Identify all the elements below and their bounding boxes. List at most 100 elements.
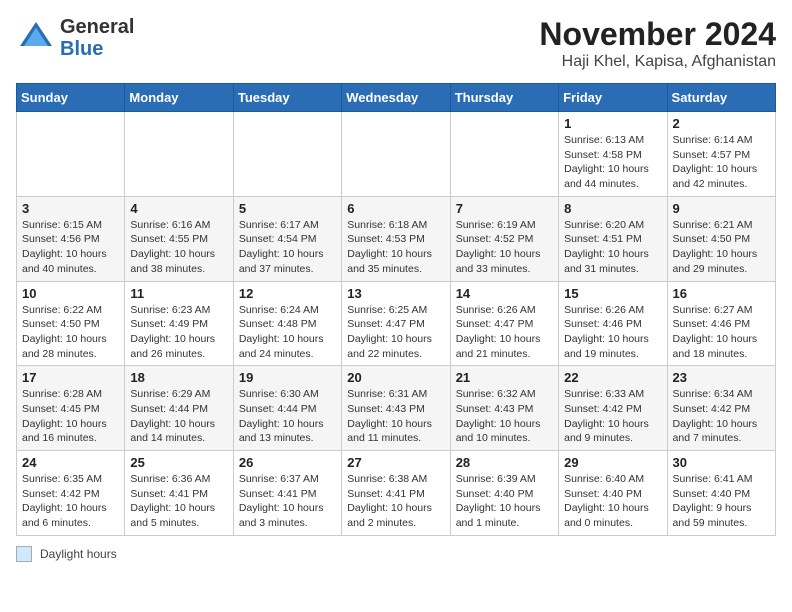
day-info: Sunrise: 6:27 AM Sunset: 4:46 PM Dayligh…: [673, 303, 770, 362]
day-number: 12: [239, 286, 336, 301]
day-number: 28: [456, 455, 553, 470]
day-number: 26: [239, 455, 336, 470]
calendar-cell: [125, 112, 233, 197]
calendar-cell: 27 Sunrise: 6:38 AM Sunset: 4:41 PM Dayli…: [342, 451, 450, 536]
day-info: Sunrise: 6:15 AM Sunset: 4:56 PM Dayligh…: [22, 218, 119, 277]
calendar-cell: 2Sunrise: 6:14 AM Sunset: 4:57 PM Daylig…: [667, 112, 775, 197]
day-info: Sunrise: 6:14 AM Sunset: 4:57 PM Dayligh…: [673, 133, 770, 192]
calendar-cell: 25 Sunrise: 6:36 AM Sunset: 4:41 PM Dayli…: [125, 451, 233, 536]
calendar-cell: 1 Sunrise: 6:13 AM Sunset: 4:58 PM Daylig…: [559, 112, 667, 197]
footer: Daylight hours: [16, 546, 776, 562]
day-info: Sunrise: 6:30 AM Sunset: 4:44 PM Dayligh…: [239, 387, 336, 446]
day-info: Sunrise: 6:16 AM Sunset: 4:55 PM Dayligh…: [130, 218, 227, 277]
calendar-cell: 17 Sunrise: 6:28 AM Sunset: 4:45 PM Dayli…: [17, 366, 125, 451]
day-info: Sunrise: 6:32 AM Sunset: 4:43 PM Dayligh…: [456, 387, 553, 446]
calendar-cell: 13Sunrise: 6:25 AM Sunset: 4:47 PM Dayli…: [342, 281, 450, 366]
legend-box: [16, 546, 32, 562]
calendar-header-row: SundayMondayTuesdayWednesdayThursdayFrid…: [17, 84, 776, 112]
calendar-cell: 10Sunrise: 6:22 AM Sunset: 4:50 PM Dayli…: [17, 281, 125, 366]
page-title: November 2024: [539, 16, 776, 53]
day-number: 16: [673, 286, 770, 301]
day-info: Sunrise: 6:23 AM Sunset: 4:49 PM Dayligh…: [130, 303, 227, 362]
calendar-cell: 5 Sunrise: 6:17 AM Sunset: 4:54 PM Daylig…: [233, 196, 341, 281]
calendar-cell: 28Sunrise: 6:39 AM Sunset: 4:40 PM Dayli…: [450, 451, 558, 536]
calendar-header-wednesday: Wednesday: [342, 84, 450, 112]
day-number: 15: [564, 286, 661, 301]
day-info: Sunrise: 6:18 AM Sunset: 4:53 PM Dayligh…: [347, 218, 444, 277]
day-number: 9: [673, 201, 770, 216]
day-number: 7: [456, 201, 553, 216]
day-number: 6: [347, 201, 444, 216]
day-number: 27: [347, 455, 444, 470]
day-info: Sunrise: 6:26 AM Sunset: 4:46 PM Dayligh…: [564, 303, 661, 362]
calendar-cell: 16 Sunrise: 6:27 AM Sunset: 4:46 PM Dayli…: [667, 281, 775, 366]
calendar-cell: 19 Sunrise: 6:30 AM Sunset: 4:44 PM Dayli…: [233, 366, 341, 451]
day-number: 23: [673, 370, 770, 385]
calendar-cell: 29 Sunrise: 6:40 AM Sunset: 4:40 PM Dayli…: [559, 451, 667, 536]
calendar-cell: 9 Sunrise: 6:21 AM Sunset: 4:50 PM Daylig…: [667, 196, 775, 281]
day-info: Sunrise: 6:37 AM Sunset: 4:41 PM Dayligh…: [239, 472, 336, 531]
calendar-header-tuesday: Tuesday: [233, 84, 341, 112]
calendar-cell: [450, 112, 558, 197]
calendar-week-1: 1 Sunrise: 6:13 AM Sunset: 4:58 PM Daylig…: [17, 112, 776, 197]
calendar-cell: [233, 112, 341, 197]
day-info: Sunrise: 6:26 AM Sunset: 4:47 PM Dayligh…: [456, 303, 553, 362]
day-number: 4: [130, 201, 227, 216]
day-info: Sunrise: 6:35 AM Sunset: 4:42 PM Dayligh…: [22, 472, 119, 531]
day-number: 14: [456, 286, 553, 301]
day-number: 18: [130, 370, 227, 385]
day-number: 3: [22, 201, 119, 216]
calendar-cell: [342, 112, 450, 197]
calendar-table: SundayMondayTuesdayWednesdayThursdayFrid…: [16, 83, 776, 536]
calendar-cell: 30Sunrise: 6:41 AM Sunset: 4:40 PM Dayli…: [667, 451, 775, 536]
day-info: Sunrise: 6:28 AM Sunset: 4:45 PM Dayligh…: [22, 387, 119, 446]
calendar-header-thursday: Thursday: [450, 84, 558, 112]
day-number: 25: [130, 455, 227, 470]
logo-text: General Blue: [60, 16, 134, 60]
calendar-cell: 4 Sunrise: 6:16 AM Sunset: 4:55 PM Daylig…: [125, 196, 233, 281]
day-info: Sunrise: 6:20 AM Sunset: 4:51 PM Dayligh…: [564, 218, 661, 277]
calendar-header-friday: Friday: [559, 84, 667, 112]
day-info: Sunrise: 6:17 AM Sunset: 4:54 PM Dayligh…: [239, 218, 336, 277]
day-info: Sunrise: 6:40 AM Sunset: 4:40 PM Dayligh…: [564, 472, 661, 531]
day-number: 20: [347, 370, 444, 385]
calendar-cell: 3 Sunrise: 6:15 AM Sunset: 4:56 PM Daylig…: [17, 196, 125, 281]
calendar-cell: 20 Sunrise: 6:31 AM Sunset: 4:43 PM Dayli…: [342, 366, 450, 451]
calendar-week-2: 3 Sunrise: 6:15 AM Sunset: 4:56 PM Daylig…: [17, 196, 776, 281]
calendar-cell: 26 Sunrise: 6:37 AM Sunset: 4:41 PM Dayli…: [233, 451, 341, 536]
day-info: Sunrise: 6:38 AM Sunset: 4:41 PM Dayligh…: [347, 472, 444, 531]
day-info: Sunrise: 6:21 AM Sunset: 4:50 PM Dayligh…: [673, 218, 770, 277]
day-info: Sunrise: 6:24 AM Sunset: 4:48 PM Dayligh…: [239, 303, 336, 362]
day-number: 5: [239, 201, 336, 216]
day-number: 30: [673, 455, 770, 470]
calendar-header-sunday: Sunday: [17, 84, 125, 112]
calendar-cell: 6 Sunrise: 6:18 AM Sunset: 4:53 PM Daylig…: [342, 196, 450, 281]
page-header: General Blue November 2024 Haji Khel, Ka…: [16, 16, 776, 71]
day-info: Sunrise: 6:22 AM Sunset: 4:50 PM Dayligh…: [22, 303, 119, 362]
day-number: 21: [456, 370, 553, 385]
day-info: Sunrise: 6:19 AM Sunset: 4:52 PM Dayligh…: [456, 218, 553, 277]
day-info: Sunrise: 6:31 AM Sunset: 4:43 PM Dayligh…: [347, 387, 444, 446]
day-number: 17: [22, 370, 119, 385]
calendar-week-5: 24Sunrise: 6:35 AM Sunset: 4:42 PM Dayli…: [17, 451, 776, 536]
calendar-cell: 11Sunrise: 6:23 AM Sunset: 4:49 PM Dayli…: [125, 281, 233, 366]
day-info: Sunrise: 6:29 AM Sunset: 4:44 PM Dayligh…: [130, 387, 227, 446]
day-info: Sunrise: 6:25 AM Sunset: 4:47 PM Dayligh…: [347, 303, 444, 362]
calendar-cell: 15 Sunrise: 6:26 AM Sunset: 4:46 PM Dayli…: [559, 281, 667, 366]
day-info: Sunrise: 6:13 AM Sunset: 4:58 PM Dayligh…: [564, 133, 661, 192]
day-number: 19: [239, 370, 336, 385]
day-info: Sunrise: 6:34 AM Sunset: 4:42 PM Dayligh…: [673, 387, 770, 446]
calendar-week-3: 10Sunrise: 6:22 AM Sunset: 4:50 PM Dayli…: [17, 281, 776, 366]
day-number: 1: [564, 116, 661, 131]
calendar-cell: 7 Sunrise: 6:19 AM Sunset: 4:52 PM Daylig…: [450, 196, 558, 281]
calendar-header-saturday: Saturday: [667, 84, 775, 112]
day-number: 29: [564, 455, 661, 470]
calendar-header-monday: Monday: [125, 84, 233, 112]
day-number: 8: [564, 201, 661, 216]
calendar-cell: 14 Sunrise: 6:26 AM Sunset: 4:47 PM Dayli…: [450, 281, 558, 366]
calendar-cell: 23 Sunrise: 6:34 AM Sunset: 4:42 PM Dayli…: [667, 366, 775, 451]
day-info: Sunrise: 6:33 AM Sunset: 4:42 PM Dayligh…: [564, 387, 661, 446]
title-block: November 2024 Haji Khel, Kapisa, Afghani…: [539, 16, 776, 71]
day-info: Sunrise: 6:36 AM Sunset: 4:41 PM Dayligh…: [130, 472, 227, 531]
calendar-cell: 21 Sunrise: 6:32 AM Sunset: 4:43 PM Dayli…: [450, 366, 558, 451]
